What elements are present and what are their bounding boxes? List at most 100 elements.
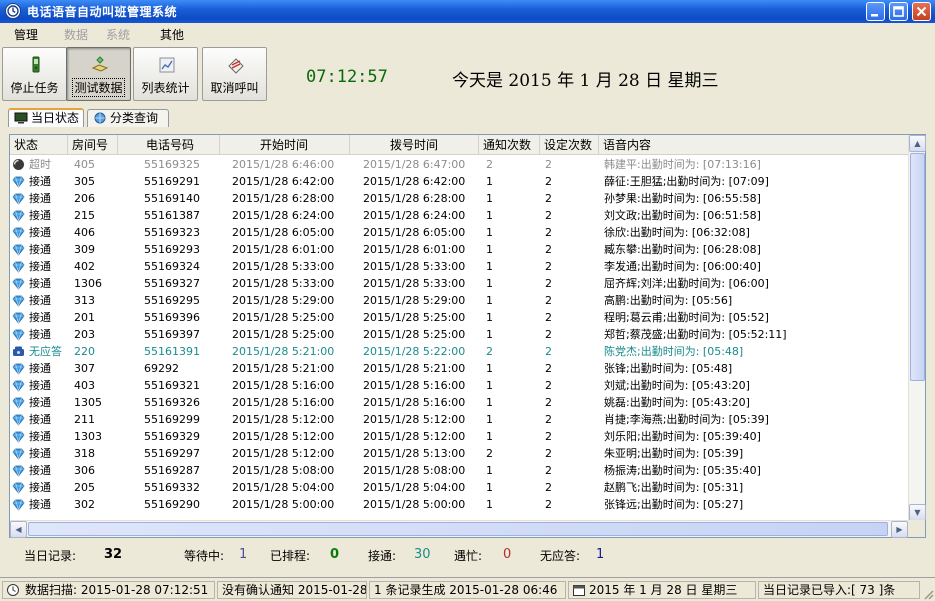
tab-category-query[interactable]: 分类查询	[87, 109, 169, 127]
cancel-call-button[interactable]: 取消呼叫	[202, 47, 267, 101]
cell-start: 2015/1/28 5:12:00	[232, 447, 335, 460]
connected-icon	[12, 448, 25, 460]
cell-start: 2015/1/28 5:00:00	[232, 498, 335, 511]
scroll-left-button[interactable]: ◀	[10, 521, 27, 538]
table-row[interactable]: 接通 302 55169290 2015/1/28 5:00:00 2015/1/28 …	[10, 496, 908, 513]
table-row[interactable]: 接通 402 55169324 2015/1/28 5:33:00 2015/1/28 …	[10, 258, 908, 275]
cell-phone: 55169327	[144, 277, 200, 290]
cell-set: 2	[545, 158, 552, 171]
horizontal-scrollbar[interactable]: ◀ ▶	[10, 520, 908, 538]
cell-room: 405	[74, 158, 95, 171]
cell-room: 1303	[74, 430, 102, 443]
table-row[interactable]: 接通 1303 55169329 2015/1/28 5:12:00 2015/1/28…	[10, 428, 908, 445]
col-start-time[interactable]: 开始时间	[220, 135, 350, 155]
cell-phone: 55169324	[144, 260, 200, 273]
menu-system[interactable]: 系统	[106, 26, 130, 43]
table-row[interactable]: 接通 307 69292 2015/1/28 5:21:00 2015/1/28 5:2…	[10, 360, 908, 377]
cell-voice: 赵鹏飞;出勤时间为: [05:31]	[604, 481, 744, 494]
vertical-scroll-thumb[interactable]	[910, 153, 925, 381]
table-row[interactable]: 无应答 220 55161391 2015/1/28 5:21:00 2015/1/28…	[10, 343, 908, 360]
table-row[interactable]: 接通 1305 55169326 2015/1/28 5:16:00 2015/1/28…	[10, 394, 908, 411]
stop-task-label: 停止任务	[10, 81, 59, 95]
cell-start: 2015/1/28 5:16:00	[232, 396, 335, 409]
connected-icon	[12, 465, 25, 477]
table-row[interactable]: 接通 211 55169299 2015/1/28 5:12:00 2015/1/28 …	[10, 411, 908, 428]
table-row[interactable]: 接通 215 55161387 2015/1/28 6:24:00 2015/1/28 …	[10, 207, 908, 224]
cell-notify: 1	[486, 396, 493, 409]
waiting-label: 等待中:	[184, 549, 225, 563]
clock-icon	[7, 584, 19, 596]
col-dial-time[interactable]: 拨号时间	[350, 135, 479, 155]
col-notify-count[interactable]: 通知次数	[479, 135, 540, 155]
table-row[interactable]: 接通 309 55169293 2015/1/28 6:01:00 2015/1/28 …	[10, 241, 908, 258]
vertical-scrollbar[interactable]: ▲ ▼	[908, 135, 926, 521]
cell-dial: 2015/1/28 5:33:00	[363, 260, 466, 273]
menu-data[interactable]: 数据	[64, 26, 88, 43]
resize-grip-icon[interactable]	[922, 588, 934, 600]
status-list: 状态 房间号 电话号码 开始时间 拨号时间 通知次数 设定次数 语音内容 超时 4…	[9, 134, 926, 538]
maximize-button[interactable]	[889, 2, 908, 21]
table-row[interactable]: 接通 1306 55169327 2015/1/28 5:33:00 2015/1/28…	[10, 275, 908, 292]
scroll-down-button[interactable]: ▼	[909, 504, 926, 521]
cell-voice: 张锋;出勤时间为: [05:48]	[604, 362, 733, 375]
table-row[interactable]: 接通 406 55169323 2015/1/28 6:05:00 2015/1/28 …	[10, 224, 908, 241]
scroll-up-button[interactable]: ▲	[909, 135, 926, 152]
cell-set: 2	[545, 260, 552, 273]
scroll-right-button[interactable]: ▶	[891, 521, 908, 538]
cell-dial: 2015/1/28 5:16:00	[363, 396, 466, 409]
col-set-count[interactable]: 设定次数	[540, 135, 599, 155]
table-row[interactable]: 接通 203 55169397 2015/1/28 5:25:00 2015/1/28 …	[10, 326, 908, 343]
cell-room: 203	[74, 328, 95, 341]
confirm-status-panel: 没有确认通知 2015-01-28	[217, 581, 367, 599]
table-row[interactable]: 接通 201 55169396 2015/1/28 5:25:00 2015/1/28 …	[10, 309, 908, 326]
no-answer-icon	[13, 346, 24, 356]
today-records-value: 32	[104, 547, 123, 562]
table-row[interactable]: 接通 206 55169140 2015/1/28 6:28:00 2015/1/28 …	[10, 190, 908, 207]
table-row[interactable]: 接通 205 55169332 2015/1/28 5:04:00 2015/1/28 …	[10, 479, 908, 496]
table-row[interactable]: 接通 305 55169291 2015/1/28 6:42:00 2015/1/28 …	[10, 173, 908, 190]
cell-phone: 55169326	[144, 396, 200, 409]
cell-dial: 2015/1/28 6:01:00	[363, 243, 466, 256]
tab-today-status[interactable]: 当日状态	[8, 108, 84, 127]
table-row[interactable]: 超时 405 55169325 2015/1/28 6:46:00 2015/1/28 …	[10, 156, 908, 173]
cell-room: 305	[74, 175, 95, 188]
cell-room: 309	[74, 243, 95, 256]
title-bar[interactable]: 电话语音自动叫班管理系统	[0, 0, 935, 23]
col-phone[interactable]: 电话号码	[118, 135, 220, 155]
horizontal-scroll-thumb[interactable]	[28, 522, 888, 536]
app-icon	[5, 3, 21, 19]
menu-manage[interactable]: 管理	[14, 26, 38, 43]
cell-notify: 1	[486, 498, 493, 511]
connected-icon	[12, 295, 25, 307]
col-status[interactable]: 状态	[10, 135, 68, 155]
waiting-value: 1	[239, 547, 248, 562]
cell-notify: 1	[486, 379, 493, 392]
cell-set: 2	[545, 277, 552, 290]
cell-set: 2	[545, 226, 552, 239]
cell-start: 2015/1/28 5:04:00	[232, 481, 335, 494]
date-status-panel: 2015 年 1 月 28 日 星期三	[568, 581, 756, 599]
minimize-button[interactable]	[866, 2, 885, 21]
cell-start: 2015/1/28 5:33:00	[232, 260, 335, 273]
cell-voice: 程明;葛云甫;出勤时间为: [05:52]	[604, 311, 769, 324]
imported-status-text: 当日记录已导入:[ 73 ]条	[763, 583, 896, 597]
table-row[interactable]: 接通 403 55169321 2015/1/28 5:16:00 2015/1/28 …	[10, 377, 908, 394]
queued-value: 0	[330, 547, 340, 562]
col-room[interactable]: 房间号	[68, 135, 118, 155]
table-row[interactable]: 接通 306 55169287 2015/1/28 5:08:00 2015/1/28 …	[10, 462, 908, 479]
table-row[interactable]: 接通 318 55169297 2015/1/28 5:12:00 2015/1/28 …	[10, 445, 908, 462]
cell-start: 2015/1/28 5:21:00	[232, 362, 335, 375]
list-stats-button[interactable]: 列表统计	[133, 47, 198, 101]
monitor-icon	[14, 112, 28, 124]
col-voice[interactable]: 语音内容	[599, 135, 908, 155]
close-button[interactable]	[912, 2, 931, 21]
menu-other[interactable]: 其他	[160, 26, 184, 43]
connected-icon	[12, 414, 25, 426]
generated-status-panel: 1 条记录生成 2015-01-28 06:46	[369, 581, 566, 599]
test-data-button[interactable]: 测试数据	[66, 47, 131, 101]
busy-value: 0	[503, 547, 512, 562]
cell-set: 2	[545, 447, 552, 460]
stop-task-button[interactable]: 停止任务	[2, 47, 67, 101]
cell-phone: 55161387	[144, 209, 200, 222]
table-row[interactable]: 接通 313 55169295 2015/1/28 5:29:00 2015/1/28 …	[10, 292, 908, 309]
